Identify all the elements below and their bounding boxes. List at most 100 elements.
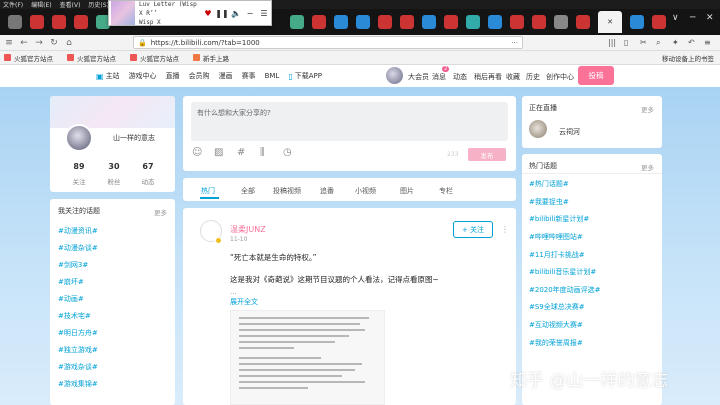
tab-bangumi[interactable]: 追番 <box>320 186 334 196</box>
mobile-bookmarks[interactable]: 移动设备上的书签 <box>662 53 714 63</box>
publish-button[interactable]: 发布 <box>468 148 506 161</box>
nav-esports[interactable]: 赛事 <box>242 71 256 81</box>
hot-topic-item[interactable]: #11月打卡挑战# <box>529 250 585 260</box>
topic-item[interactable]: #动漫资讯# <box>58 226 98 236</box>
topic-item[interactable]: #动画# <box>58 294 84 304</box>
post-author-name[interactable]: 温柔JUNZ <box>230 224 266 235</box>
bookmark-item[interactable]: 新手上路 <box>193 53 229 63</box>
stat-fans[interactable]: 30 粉丝 <box>99 162 129 186</box>
hot-topic-item[interactable]: #互动视频大赛# <box>529 320 583 330</box>
tab-articles[interactable]: 专栏 <box>439 186 453 196</box>
settings-icon[interactable]: ✦ <box>672 38 679 47</box>
back-icon[interactable]: ← <box>18 38 30 48</box>
upload-button[interactable]: 投稿 <box>578 66 614 85</box>
nav-vip[interactable]: 大会员 <box>408 72 429 82</box>
topic-hash-icon[interactable]: # <box>237 147 245 158</box>
tab-dropdown-icon[interactable]: ∨ <box>672 13 679 23</box>
tab-favicon[interactable] <box>466 15 480 29</box>
post-input[interactable]: 有什么想和大家分享的? <box>191 102 508 141</box>
pause-icon[interactable]: ❚❚ <box>215 8 228 18</box>
active-tab[interactable]: ✕ <box>598 11 622 33</box>
screenshot-icon[interactable]: ✂ <box>640 38 647 47</box>
sidebar-icon[interactable]: ▯ <box>624 38 628 47</box>
topic-item[interactable]: #游戏杂谈# <box>58 362 98 372</box>
hot-topics-more-link[interactable]: 更多 <box>641 162 654 172</box>
heart-icon[interactable]: ♥ <box>203 8 213 18</box>
menu-history[interactable]: 历史(S) <box>88 0 109 9</box>
user-avatar[interactable] <box>386 67 403 84</box>
nav-favorites[interactable]: 收藏 <box>506 72 520 82</box>
live-streamer-name[interactable]: 云祠河 <box>559 127 580 137</box>
hot-topic-item[interactable]: #我的荣誉周报# <box>529 338 583 348</box>
nav-message[interactable]: 消息 <box>432 72 446 82</box>
topic-item[interactable]: #明日方舟# <box>58 328 98 338</box>
emoji-icon[interactable]: ☺ <box>192 147 202 158</box>
menu-view[interactable]: 查看(V) <box>60 0 81 9</box>
nav-live[interactable]: 直播 <box>166 71 180 81</box>
page-actions-icon[interactable]: ··· <box>511 39 518 47</box>
bookmark-item[interactable]: 火狐官方站点 <box>130 53 179 63</box>
tab-videos[interactable]: 投稿视频 <box>273 186 301 196</box>
tab-favicon[interactable] <box>488 15 502 29</box>
tab-images[interactable]: 图片 <box>400 186 414 196</box>
bookmark-item[interactable]: 火狐官方站点 <box>4 53 53 63</box>
hot-topic-item[interactable]: #2020年度动画评选# <box>529 285 601 295</box>
nav-main-site[interactable]: ▣ 主站 <box>96 71 120 81</box>
undo-icon[interactable]: ↶ <box>688 38 695 47</box>
hot-topic-item[interactable]: #bilibili音乐星计划# <box>529 267 596 277</box>
volume-icon[interactable]: 🔈 <box>231 8 241 18</box>
tab-all[interactable]: 全部 <box>241 186 255 196</box>
nav-bml[interactable]: BML <box>265 72 280 80</box>
hot-topic-item[interactable]: #热门话题# <box>529 179 569 189</box>
tab-favicon[interactable] <box>30 15 44 29</box>
nav-download-app[interactable]: ▯ 下载APP <box>288 71 322 81</box>
bookmark-item[interactable]: 火狐官方站点 <box>67 53 116 63</box>
tab-favicon[interactable] <box>74 15 88 29</box>
tab-favicon[interactable] <box>554 15 568 29</box>
tab-favicon[interactable] <box>510 15 524 29</box>
topic-item[interactable]: #技术宅# <box>58 311 91 321</box>
nav-game-center[interactable]: 游戏中心 <box>129 71 157 81</box>
menu-edit[interactable]: 编辑(E) <box>31 0 51 9</box>
forward-icon[interactable]: → <box>33 38 45 48</box>
tab-short-video[interactable]: 小视频 <box>355 186 376 196</box>
live-more-link[interactable]: 更多 <box>641 104 654 114</box>
nav-watch-later[interactable]: 稍后再看 <box>474 72 502 82</box>
post-image[interactable] <box>230 310 385 405</box>
image-icon[interactable]: ▨ <box>214 147 223 158</box>
tab-favicon[interactable] <box>378 15 392 29</box>
follow-button[interactable]: + 关注 <box>453 221 493 238</box>
app-menu-icon[interactable]: ≡ <box>704 38 711 47</box>
library-icon[interactable]: ||| <box>608 38 616 47</box>
hot-topic-item[interactable]: #S9全球总决赛# <box>529 302 585 312</box>
minimize-icon[interactable]: ─ <box>690 13 695 23</box>
hot-topic-item[interactable]: #bilibili新星计划# <box>529 214 589 224</box>
hot-topic-item[interactable]: #我要捉虫# <box>529 197 569 207</box>
topic-item[interactable]: #动漫杂谈# <box>58 243 98 253</box>
tab-favicon[interactable] <box>652 15 666 29</box>
profile-name[interactable]: 山一样的意志 <box>113 133 155 143</box>
vote-icon[interactable]: ⫼ <box>260 147 265 158</box>
tab-favicon[interactable] <box>312 15 326 29</box>
expand-full-text-link[interactable]: 展开全文 <box>230 297 258 307</box>
tab-favicon[interactable] <box>356 15 370 29</box>
tab-favicon[interactable] <box>290 15 304 29</box>
topic-item[interactable]: #剑网3# <box>58 260 88 270</box>
tab-favicon[interactable] <box>334 15 348 29</box>
close-window-icon[interactable]: ✕ <box>706 13 714 23</box>
tab-hot[interactable]: 热门 <box>201 186 215 196</box>
more-options-icon[interactable]: ⋮ <box>501 225 509 234</box>
nav-shop[interactable]: 会员购 <box>189 71 210 81</box>
hot-topic-item[interactable]: #哔哩哔哩图站# <box>529 232 583 242</box>
stat-dynamics[interactable]: 67 动态 <box>133 162 163 186</box>
schedule-icon[interactable]: ◷ <box>283 147 292 158</box>
nav-creator-center[interactable]: 创作中心 <box>546 72 574 82</box>
url-field[interactable]: 🔒 https://t.bilibili.com/?tab=1000 ··· <box>133 36 523 49</box>
profile-avatar[interactable] <box>65 124 93 152</box>
menu-file[interactable]: 文件(F) <box>3 0 23 9</box>
menu-icon[interactable]: ≡ <box>3 38 15 48</box>
live-streamer-avatar[interactable] <box>529 120 547 138</box>
tab-favicon[interactable] <box>444 15 458 29</box>
zoom-icon[interactable]: ⌕ <box>656 38 660 48</box>
topic-item[interactable]: #独立游戏# <box>58 345 98 355</box>
